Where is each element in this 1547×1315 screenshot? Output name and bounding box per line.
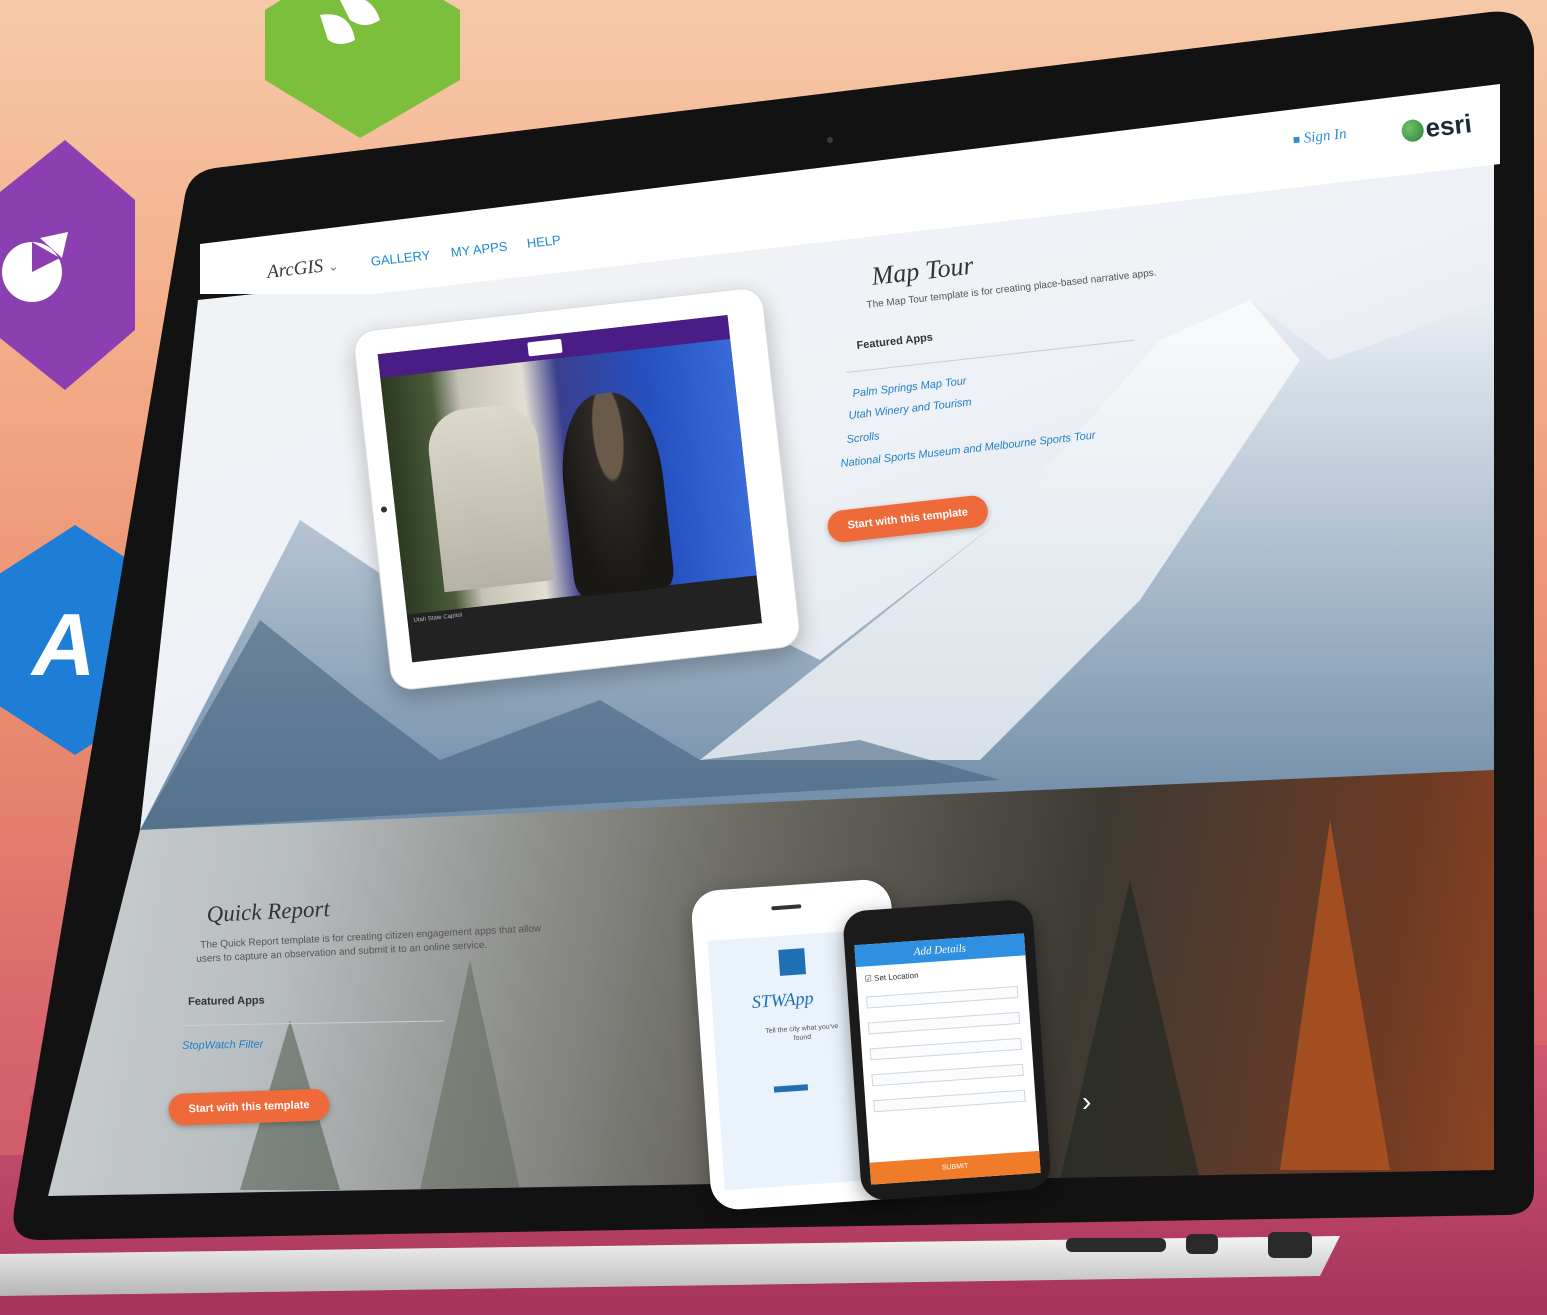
phone-screen: Add Details ☑ Set Location SUBMIT [854,933,1041,1185]
tablet-screen: Utah State Capitol [377,315,763,663]
app-logo [527,338,563,357]
home-button [380,506,388,513]
phone-app-subtitle: Tell the city what you've found [765,1022,839,1043]
usb-port [1066,1238,1166,1252]
statue [553,387,676,598]
form-field[interactable] [865,985,1019,1009]
capitol-dome [424,401,554,593]
app-icon [778,948,807,976]
featured-app-link[interactable]: StopWatch Filter [182,1039,263,1052]
sign-in-label: Sign In [1302,125,1348,147]
chevron-right-icon[interactable]: › [1082,1086,1091,1118]
usb-port [1186,1234,1218,1254]
user-icon: ■ [1292,132,1301,147]
form-field[interactable] [869,1037,1023,1061]
phone-dark-mockup: Add Details ☑ Set Location SUBMIT [842,898,1052,1202]
add-details-header: Add Details [854,933,1026,968]
phone-continue-button[interactable] [773,1084,809,1093]
esri-logo-text: esri [1423,108,1474,144]
quick-report-featured-label: Featured Apps [188,994,265,1008]
form-field[interactable] [867,1011,1021,1035]
form-field[interactable] [873,1089,1026,1113]
set-location-checkbox[interactable]: ☑ Set Location [864,971,918,984]
capitol-photo [380,338,757,615]
chevron-down-icon: ⌄ [327,259,339,275]
phone-app-name: STWApp [751,987,815,1012]
usb-port [1268,1232,1312,1258]
phone-speaker [771,904,802,911]
checkbox-label: Set Location [873,970,919,983]
form-field[interactable] [871,1063,1024,1087]
submit-button[interactable]: SUBMIT [869,1150,1041,1185]
quick-report-start-button[interactable]: Start with this template [168,1088,331,1126]
globe-icon [1400,118,1425,143]
tablet-mockup: Utah State Capitol [352,286,802,692]
